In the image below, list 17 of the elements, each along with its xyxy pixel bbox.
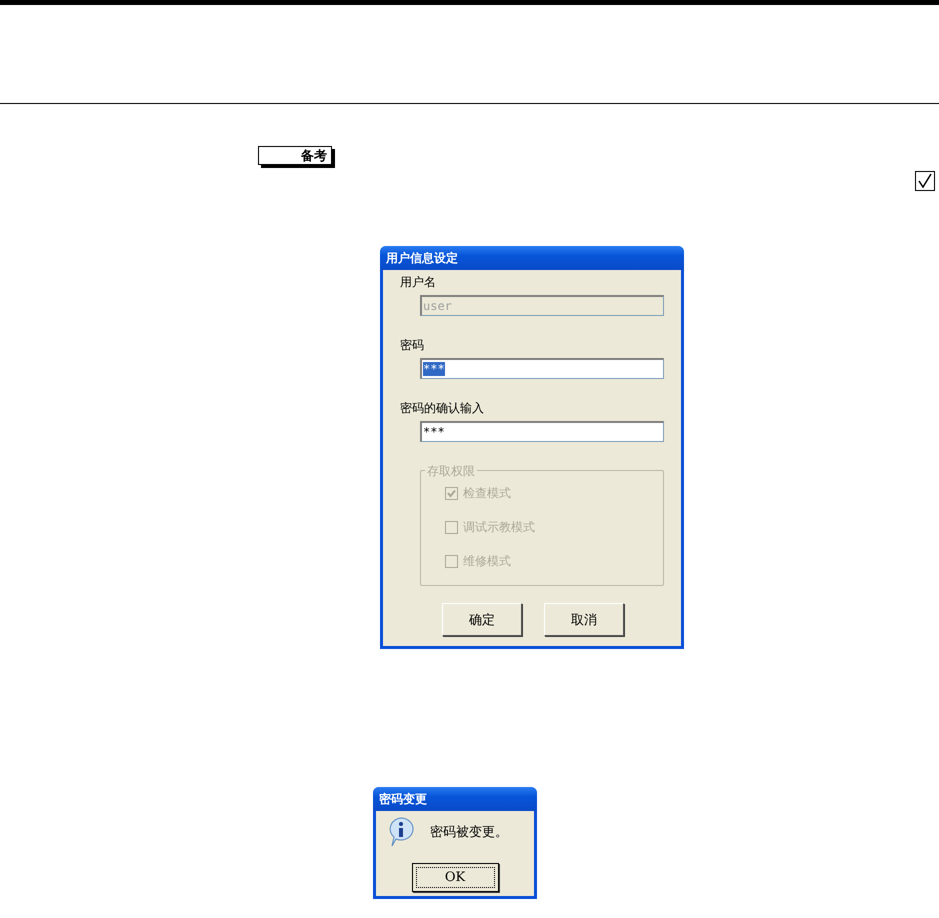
field-label: 密码的确认输入 xyxy=(400,401,485,416)
ok-button[interactable]: OK xyxy=(412,863,498,892)
field-label: 密码 xyxy=(400,338,425,353)
input-field[interactable]: *** xyxy=(420,421,664,442)
window-title: 用户信息设定 xyxy=(380,246,684,270)
info-icon xyxy=(388,817,414,847)
group-title: 存取权限 xyxy=(425,463,477,480)
dialog-button[interactable]: 取消 xyxy=(544,603,624,636)
input-field[interactable]: *** xyxy=(420,358,664,379)
field-label: 用户名 xyxy=(400,275,437,290)
note-label: 备考 xyxy=(258,146,332,165)
checkbox-label: 检查模式 xyxy=(463,484,511,502)
checkbox-label: 调试示教模式 xyxy=(463,518,535,536)
window-title: 密码变更 xyxy=(373,787,537,811)
checkbox-label: 维修模式 xyxy=(463,552,511,570)
message-text: 密码被变更。 xyxy=(430,824,508,841)
dialog-button[interactable]: 确定 xyxy=(442,603,522,636)
